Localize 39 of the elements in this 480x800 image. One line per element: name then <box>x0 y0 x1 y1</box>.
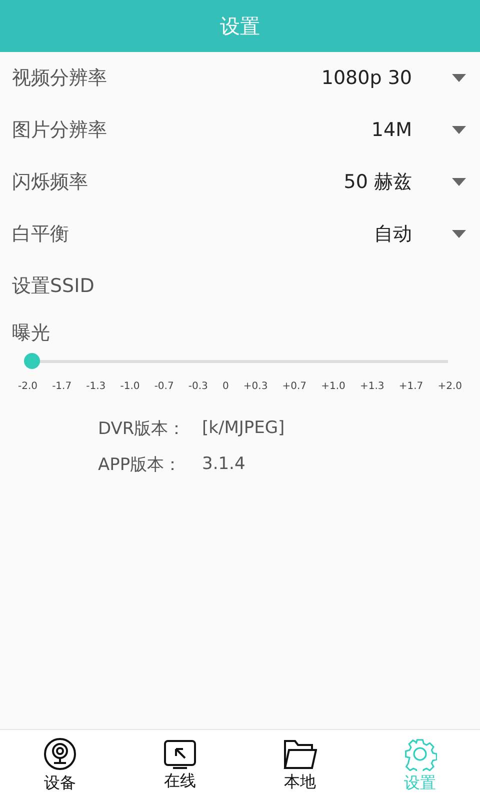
folder-icon <box>283 738 317 770</box>
tick-label: -2.0 <box>18 381 38 392</box>
version-value: 3.1.4 <box>202 454 246 474</box>
tick-label: +1.3 <box>360 381 384 392</box>
page-title: 设置 <box>220 12 260 40</box>
tab[interactable]: 本地 <box>240 730 360 800</box>
dropdown[interactable]: 50 赫兹 <box>108 169 468 195</box>
tick-label: -1.3 <box>86 381 106 392</box>
setting-label: 图片分辨率 <box>12 118 107 143</box>
tick-label: 0 <box>222 381 229 392</box>
version-label: APP版本： <box>98 454 182 476</box>
caret-icon <box>452 230 466 238</box>
caret-icon <box>452 126 466 134</box>
tick-label: +1.0 <box>321 381 346 392</box>
setting-label: 曝光 <box>12 322 50 344</box>
tick-label: +1.7 <box>398 381 424 392</box>
tab[interactable]: 设备 <box>0 730 120 800</box>
caret-icon <box>452 178 466 186</box>
tick-label: -0.7 <box>154 381 174 392</box>
setting-label: 闪烁频率 <box>12 170 88 195</box>
tick-label: -0.3 <box>188 381 208 392</box>
version-label: DVR版本： <box>98 418 186 440</box>
setting-label: 设置SSID <box>12 274 94 299</box>
settings-icon <box>403 736 437 770</box>
caret-icon <box>452 74 466 82</box>
webcam-icon <box>43 736 77 770</box>
tick-label: -1.0 <box>120 381 140 392</box>
tick-label: +2.0 <box>438 381 462 392</box>
dropdown[interactable]: 1080p 30 <box>127 67 468 89</box>
tick-label: +0.7 <box>282 381 307 392</box>
setting-label: 白平衡 <box>12 222 69 247</box>
tick-label: -1.7 <box>52 381 72 392</box>
dropdown[interactable]: 14M <box>127 119 468 141</box>
slider-thumb[interactable] <box>24 353 40 369</box>
setting-label: 视频分辨率 <box>12 66 107 91</box>
dropdown[interactable]: 自动 <box>89 221 468 247</box>
tab[interactable]: 在线 <box>120 730 240 800</box>
tick-label: +0.3 <box>243 381 268 392</box>
version-value: [k/MJPEG] <box>202 418 285 438</box>
